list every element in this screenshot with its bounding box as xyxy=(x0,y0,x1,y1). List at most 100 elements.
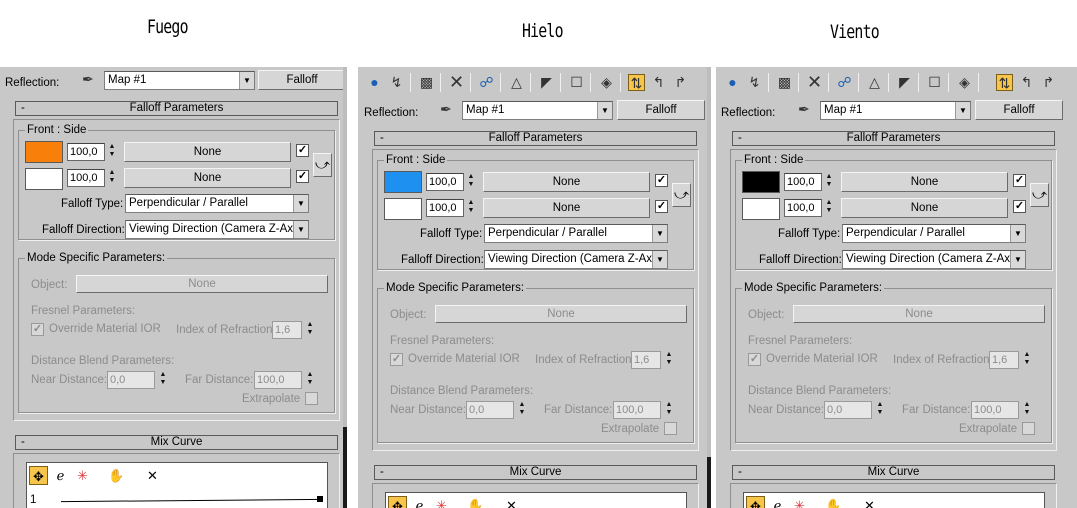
eyedropper-icon[interactable]: ✒ xyxy=(440,101,452,118)
scrollbar[interactable] xyxy=(343,67,347,508)
spinner-arrows-icon[interactable]: ▲ ▼ xyxy=(1022,401,1032,419)
front-map-button[interactable]: None xyxy=(841,172,1008,192)
material-effects-channel-icon[interactable]: ☐ xyxy=(926,74,943,91)
map-dropdown[interactable]: Map #1 ▼ xyxy=(462,101,613,120)
delete-point-icon[interactable]: ✕ xyxy=(502,496,521,508)
extrapolate-checkbox[interactable] xyxy=(664,422,677,435)
object-button[interactable]: None xyxy=(435,305,687,323)
far-distance-spinner[interactable]: 100,0 xyxy=(254,371,302,389)
front-amount-spinner[interactable]: 100,0 xyxy=(67,143,105,161)
falloff-params-rollout[interactable]: - Falloff Parameters xyxy=(15,101,338,116)
swap-colors-button[interactable]: ⤻ xyxy=(672,183,691,207)
move-icon[interactable]: ✥ xyxy=(29,466,48,485)
get-material-icon[interactable]: ● xyxy=(724,74,741,91)
side-color-swatch[interactable] xyxy=(384,198,422,220)
near-distance-spinner[interactable]: 0,0 xyxy=(107,371,155,389)
move-icon[interactable]: ✥ xyxy=(388,496,407,508)
reset-map-icon[interactable]: ✕ xyxy=(448,73,465,91)
front-color-swatch[interactable] xyxy=(25,141,63,163)
falloff-params-rollout[interactable]: - Falloff Parameters xyxy=(374,131,697,146)
ior-spinner[interactable]: 1,6 xyxy=(631,351,661,369)
front-map-checkbox[interactable]: ✓ xyxy=(296,144,309,157)
hand-icon[interactable]: ✋ xyxy=(824,496,843,508)
delete-point-icon[interactable]: ✕ xyxy=(143,466,162,485)
mix-curve-rollout[interactable]: - Mix Curve xyxy=(15,435,338,450)
scrollbar[interactable] xyxy=(707,67,711,508)
mix-curve-rollout[interactable]: - Mix Curve xyxy=(374,465,697,480)
far-distance-spinner[interactable]: 100,0 xyxy=(613,401,661,419)
front-amount-spinner[interactable]: 100,0 xyxy=(426,173,464,191)
spinner-arrows-icon[interactable]: ▲ ▼ xyxy=(664,401,674,419)
side-amount-spinner[interactable]: 100,0 xyxy=(67,169,105,187)
object-button[interactable]: None xyxy=(76,275,328,293)
assign-to-selection-icon[interactable]: ▩ xyxy=(418,74,435,91)
spinner-arrows-icon[interactable]: ▲ ▼ xyxy=(664,351,674,369)
show-map-in-viewport-icon[interactable]: ◈ xyxy=(598,74,615,91)
scale-point-icon[interactable]: ℯ xyxy=(410,496,429,508)
add-point-icon[interactable]: ✳ xyxy=(432,496,451,508)
front-map-button[interactable]: None xyxy=(483,172,650,192)
front-color-swatch[interactable] xyxy=(384,171,422,193)
spinner-arrows-icon[interactable]: ▲ ▼ xyxy=(158,371,168,389)
falloff-params-rollout[interactable]: - Falloff Parameters xyxy=(732,131,1055,146)
front-map-checkbox[interactable]: ✓ xyxy=(1013,174,1026,187)
go-to-parent-icon[interactable]: ◤ xyxy=(538,74,555,91)
override-ior-checkbox[interactable]: ✓ xyxy=(31,323,44,336)
make-unique-icon[interactable]: ☍ xyxy=(836,74,853,91)
side-amount-spinner[interactable]: 100,0 xyxy=(784,199,822,217)
spinner-arrows-icon[interactable]: ▲ ▼ xyxy=(305,321,315,339)
map-dropdown[interactable]: Map #1 ▼ xyxy=(820,101,971,120)
front-map-button[interactable]: None xyxy=(124,142,291,162)
near-distance-spinner[interactable]: 0,0 xyxy=(466,401,514,419)
side-amount-spinner[interactable]: 100,0 xyxy=(426,199,464,217)
side-map-checkbox[interactable]: ✓ xyxy=(1013,200,1026,213)
spinner-arrows-icon[interactable]: ▲ ▼ xyxy=(824,173,834,191)
move-icon[interactable]: ✥ xyxy=(746,496,765,508)
swap-colors-button[interactable]: ⤻ xyxy=(313,153,332,177)
put-to-scene-icon[interactable]: ↯ xyxy=(746,74,763,91)
falloff-type-dropdown[interactable]: Perpendicular / Parallel ▼ xyxy=(125,194,309,213)
show-end-result-icon[interactable]: △ xyxy=(866,74,883,91)
side-color-swatch[interactable] xyxy=(25,168,63,190)
show-end-result-active-icon[interactable]: ⇅ xyxy=(996,74,1013,91)
go-to-parent-icon-2[interactable]: ↰ xyxy=(650,74,667,91)
delete-point-icon[interactable]: ✕ xyxy=(860,496,879,508)
swap-colors-button[interactable]: ⤻ xyxy=(1030,183,1049,207)
add-point-icon[interactable]: ✳ xyxy=(73,466,92,485)
front-amount-spinner[interactable]: 100,0 xyxy=(784,173,822,191)
near-distance-spinner[interactable]: 0,0 xyxy=(824,401,872,419)
scale-point-icon[interactable]: ℯ xyxy=(51,466,70,485)
override-ior-checkbox[interactable]: ✓ xyxy=(748,353,761,366)
spinner-arrows-icon[interactable]: ▲ ▼ xyxy=(517,401,527,419)
falloff-type-dropdown[interactable]: Perpendicular / Parallel ▼ xyxy=(842,224,1026,243)
show-end-result-active-icon[interactable]: ⇅ xyxy=(628,74,645,91)
side-color-swatch[interactable] xyxy=(742,198,780,220)
go-forward-icon[interactable]: ↱ xyxy=(1040,74,1057,91)
falloff-type-dropdown[interactable]: Perpendicular / Parallel ▼ xyxy=(484,224,668,243)
reset-map-icon[interactable]: ✕ xyxy=(806,73,823,91)
falloff-button[interactable]: Falloff xyxy=(975,100,1063,120)
object-button[interactable]: None xyxy=(793,305,1045,323)
add-point-icon[interactable]: ✳ xyxy=(790,496,809,508)
spinner-arrows-icon[interactable]: ▲ ▼ xyxy=(107,169,117,187)
eyedropper-icon[interactable]: ✒ xyxy=(798,101,810,118)
eyedropper-icon[interactable]: ✒ xyxy=(82,71,94,88)
assign-to-selection-icon[interactable]: ▩ xyxy=(776,74,793,91)
falloff-direction-dropdown[interactable]: Viewing Direction (Camera Z-Axis) ▼ xyxy=(125,220,309,239)
front-map-checkbox[interactable]: ✓ xyxy=(655,174,668,187)
side-map-button[interactable]: None xyxy=(124,168,291,188)
spinner-arrows-icon[interactable]: ▲ ▼ xyxy=(824,199,834,217)
falloff-direction-dropdown[interactable]: Viewing Direction (Camera Z-Axis) ▼ xyxy=(484,250,668,269)
ior-spinner[interactable]: 1,6 xyxy=(989,351,1019,369)
falloff-direction-dropdown[interactable]: Viewing Direction (Camera Z-Axis) ▼ xyxy=(842,250,1026,269)
go-to-parent-icon-2[interactable]: ↰ xyxy=(1018,74,1035,91)
falloff-button[interactable]: Falloff xyxy=(258,70,346,90)
mix-curve-rollout[interactable]: - Mix Curve xyxy=(732,465,1055,480)
spinner-arrows-icon[interactable]: ▲ ▼ xyxy=(107,143,117,161)
side-map-checkbox[interactable]: ✓ xyxy=(296,170,309,183)
show-map-in-viewport-icon[interactable]: ◈ xyxy=(956,74,973,91)
override-ior-checkbox[interactable]: ✓ xyxy=(390,353,403,366)
show-end-result-icon[interactable]: △ xyxy=(508,74,525,91)
ior-spinner[interactable]: 1,6 xyxy=(272,321,302,339)
hand-icon[interactable]: ✋ xyxy=(466,496,485,508)
